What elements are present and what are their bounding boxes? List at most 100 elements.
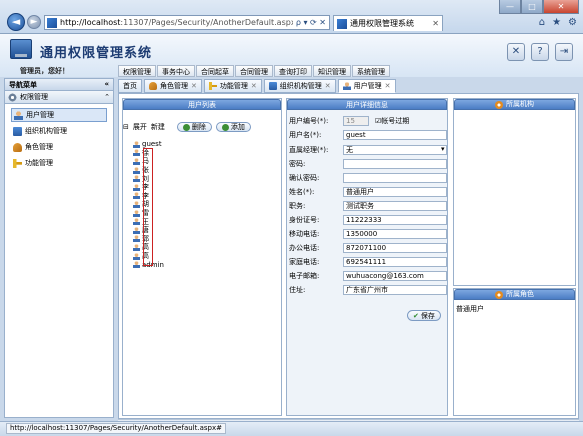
back-button[interactable]: ◄ — [7, 13, 25, 31]
expand-button[interactable]: 展开 — [133, 122, 147, 132]
close-tab-icon[interactable]: ✕ — [385, 80, 391, 92]
welcome-text: 管理员，您好！ — [20, 67, 69, 75]
tab-label: 首页 — [123, 82, 137, 90]
org-panel-icon — [495, 100, 503, 109]
form-row: 姓名(*): 普通用户 — [289, 187, 447, 197]
status-url: http://localhost:11307/Pages/Security/An… — [6, 423, 226, 434]
add-icon — [221, 123, 229, 131]
user-icon — [133, 140, 140, 148]
manager-select[interactable]: 无 — [343, 145, 447, 155]
status-bar: http://localhost:11307/Pages/Security/An… — [0, 421, 583, 436]
nav-list: 用户管理 组织机构管理 角色管理 功能管理 — [5, 104, 113, 176]
user-list-title: 用户列表 — [123, 99, 281, 110]
delete-icon — [182, 123, 190, 131]
role-panel-title: 所属角色 — [454, 289, 575, 300]
field-label: 用户名(*): — [289, 131, 322, 139]
role-list-item[interactable]: 普通用户 — [454, 300, 575, 318]
address-url[interactable]: http://localhost:11307/Pages/Security/An… — [60, 18, 293, 27]
close-tab-icon[interactable]: ✕ — [325, 80, 331, 92]
tab-label: 用户管理 — [353, 82, 382, 90]
nav-group-security[interactable]: 权限管理 ⌃ — [5, 91, 113, 104]
close-window-button[interactable]: ✕ — [543, 0, 579, 14]
collapse-nav-icon[interactable]: « — [104, 80, 109, 89]
sidebar-item-label: 功能管理 — [25, 159, 53, 167]
field-input[interactable]: 普通用户 — [343, 187, 447, 197]
menu-item-security[interactable]: 权限管理 — [118, 65, 156, 77]
field-label: 住址: — [289, 286, 306, 294]
browser-tab[interactable]: 通用权限管理系统 ✕ — [333, 15, 443, 31]
sidebar-item-user-management[interactable]: 用户管理 — [11, 108, 107, 122]
content-area: 用户列表 ⊟ 展开 新建 删除 添加 guest 徐马张刘李李胡雷王唐郭高高 adm… — [118, 93, 579, 419]
collapse-group-icon[interactable]: ⌃ — [104, 93, 110, 101]
tab-home[interactable]: 首页 — [118, 79, 142, 93]
tab-role-management[interactable]: 角色管理 ✕ — [144, 79, 202, 93]
org-icon — [13, 126, 22, 136]
tab-favicon-icon — [337, 18, 347, 29]
menu-item-knowledge[interactable]: 知识管理 — [313, 65, 351, 77]
field-input[interactable]: wuhuacong@163.com — [343, 271, 447, 281]
menu-item-contract-manage[interactable]: 合同管理 — [235, 65, 273, 77]
sidebar-item-role-management[interactable]: 角色管理 — [11, 140, 107, 154]
field-input[interactable]: guest — [343, 130, 447, 140]
key-icon — [13, 158, 22, 168]
org-panel-title: 所属机构 — [454, 99, 575, 110]
settings-icon — [8, 92, 17, 102]
field-input[interactable]: 11222333 — [343, 215, 447, 225]
expand-icon[interactable]: ⊟ — [123, 123, 129, 131]
menu-item-affairs[interactable]: 事务中心 — [157, 65, 195, 77]
browser-tab-close-icon[interactable]: ✕ — [432, 19, 439, 28]
exit-icon[interactable]: ⇥ — [555, 43, 573, 61]
role-panel: 所属角色 普通用户 — [453, 288, 576, 416]
tools-icon[interactable]: ✕ — [507, 43, 525, 61]
field-input[interactable]: 测试职务 — [343, 201, 447, 211]
maximize-button[interactable]: □ — [521, 0, 543, 14]
help-icon[interactable]: ? — [531, 43, 549, 61]
nav-header-title: 导航菜单 — [9, 81, 37, 89]
field-input[interactable]: 692541111 — [343, 257, 447, 267]
menu-item-system[interactable]: 系统管理 — [352, 65, 390, 77]
address-tools[interactable]: ρ ▾ ⟳ ✕ — [293, 18, 329, 27]
expired-checkbox[interactable]: ☑ 帐号过期 — [375, 116, 409, 126]
field-label: 直属经理(*): — [289, 146, 329, 154]
close-tab-icon[interactable]: ✕ — [251, 80, 257, 92]
tab-label: 角色管理 — [160, 82, 188, 90]
field-input[interactable]: 广东省广州市 — [343, 285, 447, 295]
star-icon[interactable]: ★ — [552, 17, 561, 28]
field-input[interactable] — [343, 173, 447, 183]
sidebar-item-org-management[interactable]: 组织机构管理 — [11, 124, 107, 138]
dropdown-arrow-icon[interactable]: ▾ — [441, 145, 445, 153]
org-icon — [268, 82, 277, 90]
field-label: 电子邮箱: — [289, 272, 320, 280]
delete-button[interactable]: 删除 — [176, 122, 212, 132]
close-tab-icon[interactable]: ✕ — [191, 80, 197, 92]
tab-function-management[interactable]: 功能管理 ✕ — [203, 79, 262, 93]
field-input[interactable] — [343, 159, 447, 169]
save-button[interactable]: ✔ 保存 — [407, 310, 441, 321]
user-icon — [342, 82, 351, 90]
add-button[interactable]: 添加 — [215, 122, 251, 132]
field-input[interactable]: 1350000 — [343, 229, 447, 239]
tab-user-management[interactable]: 用户管理 ✕ — [337, 79, 396, 93]
user-icon — [133, 200, 140, 208]
tab-org-management[interactable]: 组织机构管理 ✕ — [263, 79, 336, 93]
user-icon — [133, 235, 140, 243]
role-icon — [13, 142, 22, 152]
form-row: 密码: — [289, 159, 447, 169]
forward-button[interactable]: ► — [27, 15, 41, 29]
sidebar-item-function-management[interactable]: 功能管理 — [11, 156, 107, 170]
user-icon — [133, 243, 140, 251]
menu-item-contract-draft[interactable]: 合同起草 — [196, 65, 234, 77]
user-detail-panel: 用户详细信息 用户编号(*): 15 ☑ 帐号过期 用户名(*): guest 直属经理(*… — [286, 98, 448, 416]
field-input[interactable]: 15 — [343, 116, 369, 126]
sidebar-item-label: 用户管理 — [26, 111, 54, 119]
address-bar[interactable]: http://localhost:11307/Pages/Security/An… — [44, 15, 330, 30]
gear-icon[interactable]: ⚙ — [568, 17, 577, 28]
new-button[interactable]: 新建 — [151, 122, 165, 132]
minimize-button[interactable]: — — [499, 0, 521, 14]
window-controls: — □ ✕ — [499, 0, 579, 14]
user-icon — [133, 175, 140, 183]
nav-group-label: 权限管理 — [20, 93, 48, 101]
field-input[interactable]: 872071100 — [343, 243, 447, 253]
home-icon[interactable]: ⌂ — [539, 17, 545, 28]
menu-item-query-print[interactable]: 查询打印 — [274, 65, 312, 77]
